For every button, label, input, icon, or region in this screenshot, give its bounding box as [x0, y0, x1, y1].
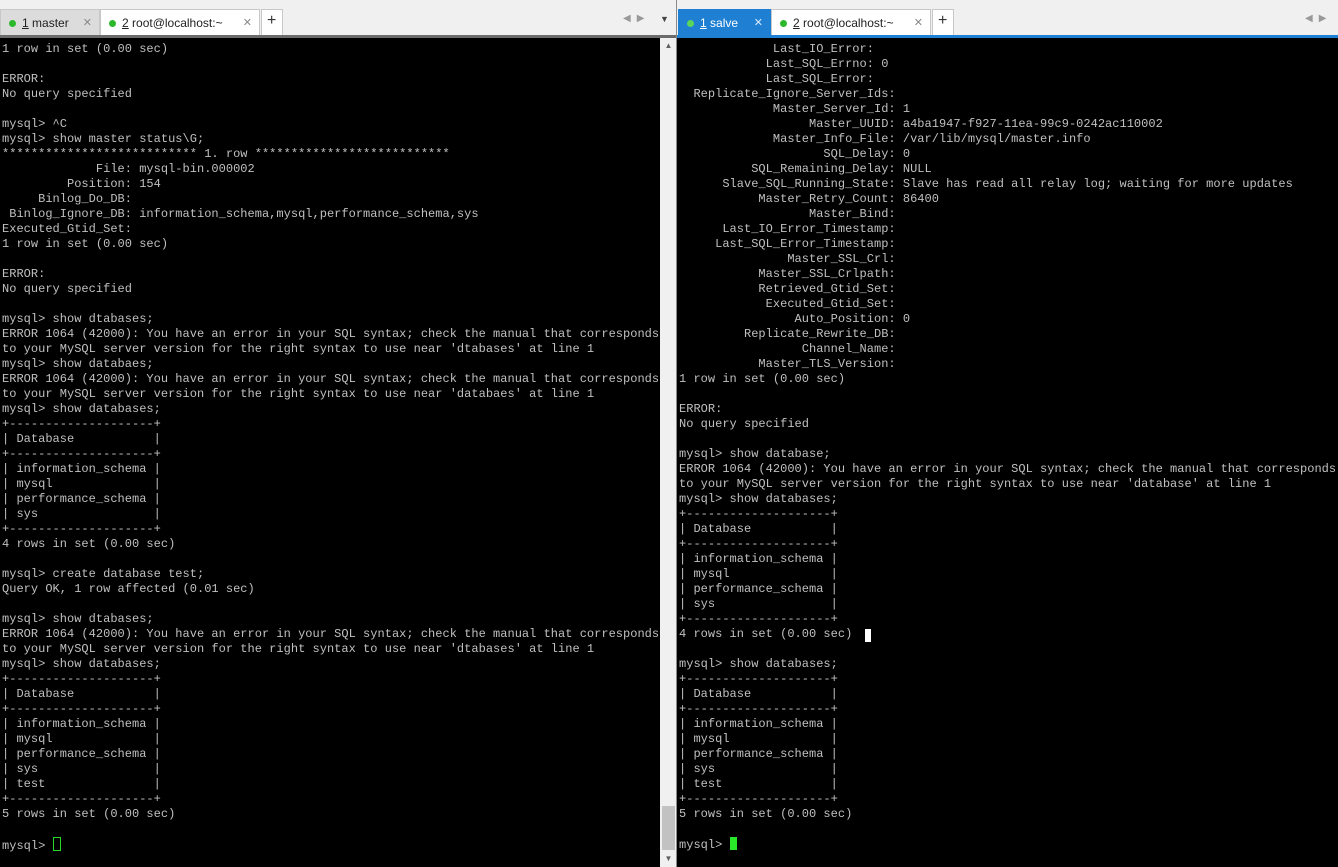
tab-bar: 1 salve ✕ 2 root@localhost:~ ✕ + ◀▶ — [677, 0, 1338, 38]
tab-salve[interactable]: 1 salve ✕ — [678, 9, 771, 36]
terminal-text: Last_IO_Error: Last_SQL_Errno: 0 Last_SQ… — [679, 42, 1337, 821]
plus-icon: + — [267, 12, 277, 29]
tab-label: root@localhost:~ — [128, 16, 223, 30]
tab-number: 1 — [22, 16, 29, 30]
scroll-up-icon[interactable]: ▲ — [660, 38, 677, 54]
connected-status-icon — [780, 20, 787, 27]
close-icon[interactable]: ✕ — [914, 16, 923, 29]
new-tab-button[interactable]: + — [932, 9, 954, 36]
terminal-output[interactable]: Last_IO_Error: Last_SQL_Errno: 0 Last_SQ… — [677, 38, 1338, 867]
tab-scroll-arrows[interactable]: ◀▶ — [1305, 13, 1332, 24]
cursor — [52, 837, 61, 851]
close-icon[interactable]: ✕ — [83, 16, 92, 29]
tab-list-dropdown-icon[interactable]: ▼ — [660, 14, 669, 24]
prompt: mysql> — [679, 838, 730, 852]
tab-number: 2 — [122, 16, 129, 30]
connected-status-icon — [109, 20, 116, 27]
close-icon[interactable]: ✕ — [754, 16, 763, 29]
terminal-text: 1 row in set (0.00 sec) ERROR: No query … — [2, 42, 660, 821]
prompt: mysql> — [2, 839, 53, 853]
vertical-scrollbar[interactable]: ▲ ▼ — [660, 38, 677, 867]
tab-scroll-arrows[interactable]: ◀▶ — [623, 13, 650, 24]
tab-master[interactable]: 1 master ✕ — [0, 9, 100, 36]
tab-label: root@localhost:~ — [799, 16, 894, 30]
scroll-thumb[interactable] — [662, 806, 675, 850]
tab-number: 1 — [700, 16, 707, 30]
connected-status-icon — [687, 20, 694, 27]
new-tab-button[interactable]: + — [261, 9, 283, 36]
tab-label: salve — [706, 16, 739, 30]
salve-session-pane: 1 salve ✕ 2 root@localhost:~ ✕ + ◀▶ Last… — [677, 0, 1338, 867]
tab-number: 2 — [793, 16, 800, 30]
connected-status-icon — [9, 20, 16, 27]
close-icon[interactable]: ✕ — [243, 16, 252, 29]
terminal-output[interactable]: 1 row in set (0.00 sec) ERROR: No query … — [0, 38, 660, 867]
stray-cursor-block — [865, 629, 871, 642]
master-session-pane: 1 master ✕ 2 root@localhost:~ ✕ + ◀▶ ▼ 1… — [0, 0, 677, 867]
tab-root-localhost[interactable]: 2 root@localhost:~ ✕ — [100, 9, 260, 36]
tab-bar: 1 master ✕ 2 root@localhost:~ ✕ + ◀▶ ▼ — [0, 0, 677, 38]
tab-label: master — [28, 16, 69, 30]
scroll-down-icon[interactable]: ▼ — [660, 851, 677, 867]
tab-root-localhost[interactable]: 2 root@localhost:~ ✕ — [771, 9, 931, 36]
plus-icon: + — [938, 12, 948, 29]
cursor — [729, 837, 737, 850]
